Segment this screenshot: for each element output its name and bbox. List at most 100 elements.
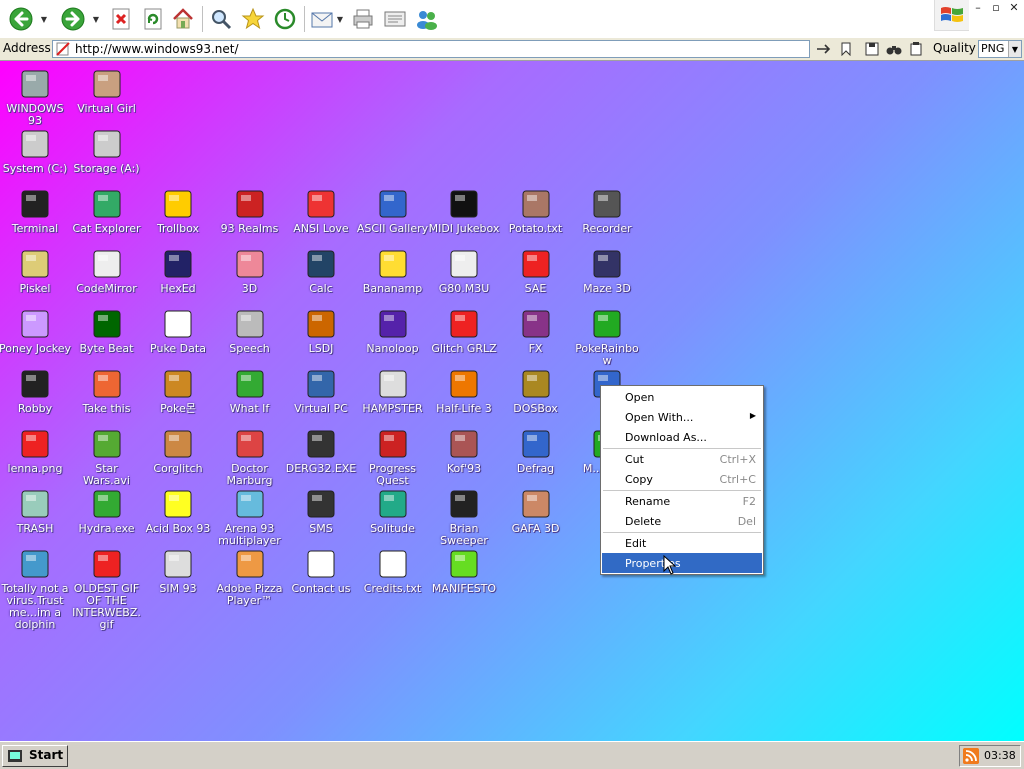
menu-item-delete[interactable]: Delete Del [602,511,762,531]
forward-dropdown[interactable]: ▼ [92,14,100,24]
desktop-icon-sim93[interactable]: SIM 93 [142,547,214,605]
desktop-icon-maze3d[interactable]: Maze 3D [571,247,643,305]
desktop-icon-credits[interactable]: Credits.txt [357,547,429,605]
desktop-icon-93-realms[interactable]: 93 Realms [214,187,286,245]
menu-item-copy[interactable]: Copy Ctrl+C [602,469,762,489]
desktop-icon-derc32[interactable]: DERG32.EXE [285,427,357,485]
menu-item-edit[interactable]: Edit [602,533,762,553]
desktop-icon-brian-sweeper[interactable]: Brian Sweeper [428,487,500,547]
desktop-icon-gafa3d[interactable]: GAFA 3D [500,487,572,545]
mail-dropdown[interactable]: ▼ [336,14,344,24]
desktop-icon-kof93[interactable]: Kof'93 [428,427,500,485]
quality-select[interactable]: PNG ▼ [978,40,1022,58]
desktop-icon-what-if[interactable]: What If [214,367,286,425]
history-button[interactable] [272,6,298,32]
desktop-icon-fx[interactable]: FX [500,307,572,365]
desktop-icon-trollbox[interactable]: Trollbox [142,187,214,245]
bookmark-button[interactable] [838,42,854,56]
desktop-icon-defrag[interactable]: Defrag [500,427,572,485]
submenu-arrow-icon: ▶ [749,411,756,420]
desktop-icon-adobe-pizza[interactable]: Adobe Pizza Player™ [214,547,286,607]
clipboard-button[interactable] [908,42,924,56]
desktop-icon-dolphin[interactable]: Totally not a virus.Trust me...im a dolp… [0,547,71,631]
desktop-icon-manifesto[interactable]: MANIFESTO [428,547,500,605]
close-button[interactable]: ✕ [1007,2,1021,14]
desktop-icon-ascii-gallery[interactable]: ASCII Gallery [357,187,429,245]
desktop-icon-virtual-girl[interactable]: Virtual Girl [71,67,143,125]
desktop-icon-arena93[interactable]: Arena 93 multiplayer [214,487,286,547]
desktop-icon-hydra[interactable]: Hydra.exe [71,487,143,545]
desktop-icon-sms[interactable]: SMS [285,487,357,545]
desktop-icon-midi-jukebox[interactable]: MIDI Jukebox [428,187,500,245]
desktop-icon-corglitch[interactable]: Corglitch [142,427,214,485]
desktop-icon-sae[interactable]: SAE [500,247,572,305]
favorites-button[interactable] [240,6,266,32]
desktop-icon-progress-quest[interactable]: Progress Quest [357,427,429,487]
desktop-icon-byte-beat[interactable]: Byte Beat [71,307,143,365]
mail-button[interactable] [310,6,336,32]
desktop-icon-codemirror[interactable]: CodeMirror [71,247,143,305]
desktop-icon-dosbox[interactable]: DOSBox [500,367,572,425]
desktop-icon-ansi-love[interactable]: ANSI Love [285,187,357,245]
edit-button[interactable] [382,6,408,32]
menu-item-rename[interactable]: Rename F2 [602,491,762,511]
menu-item-shortcut: F2 [742,495,756,508]
desktop-icon-glitch-grlz[interactable]: Glitch GRLZ [428,307,500,365]
rss-icon[interactable] [963,748,979,764]
desktop-icon-contact-us[interactable]: Contact us [285,547,357,605]
refresh-button[interactable] [140,6,166,32]
back-button[interactable] [8,6,34,32]
desktop-icon-recorder[interactable]: Recorder [571,187,643,245]
desktop-icon-piskel[interactable]: Piskel [0,247,71,305]
desktop-icon-virtual-pc[interactable]: Virtual PC [285,367,357,425]
desktop-icon-hampster[interactable]: HAMPSTER [357,367,429,425]
desktop-icon-robby[interactable]: Robby [0,367,71,425]
menu-item-open-with[interactable]: Open With... ▶ [602,407,762,427]
stop-button[interactable] [108,6,134,32]
desktop-icon-trash[interactable]: TRASH [0,487,71,545]
desktop-icon-bananamp[interactable]: Bananamp [357,247,429,305]
desktop-icon-pokemon[interactable]: Poke몬 [142,367,214,425]
desktop-icon-storage-a[interactable]: Storage (A:) [71,127,143,185]
desktop-icon-oldest-gif[interactable]: OLDEST GIF OF THE INTERWEBZ.gif [71,547,143,631]
binoculars-button[interactable] [886,42,902,56]
desktop-icon-potato[interactable]: Potato.txt [500,187,572,245]
desktop-icon-puke-data[interactable]: Puke Data [142,307,214,365]
home-button[interactable] [170,6,196,32]
desktop-icon-g80m3u[interactable]: G80.M3U [428,247,500,305]
menu-item-cut[interactable]: Cut Ctrl+X [602,449,762,469]
go-button[interactable] [816,42,832,56]
desktop-icon-nanoloop[interactable]: Nanoloop [357,307,429,365]
desktop-icon-cat-explorer[interactable]: Cat Explorer [71,187,143,245]
desktop-icon-pokerainbow[interactable]: PokeRainbow [571,307,643,367]
forward-button[interactable] [60,6,86,32]
restore-button[interactable]: ▫ [989,2,1003,14]
desktop-icon-acid-box[interactable]: Acid Box 93 [142,487,214,545]
desktop-icon-speech[interactable]: Speech [214,307,286,365]
desktop-icon-lenna[interactable]: lenna.png [0,427,71,485]
menu-item-properties[interactable]: Properties [602,553,762,573]
address-input[interactable]: http://www.windows93.net/ [52,40,810,58]
save-page-button[interactable] [864,42,880,56]
minimize-button[interactable]: – [971,2,985,14]
desktop-icon-windows93[interactable]: WINDOWS 93 [0,67,71,127]
desktop-icon-lsdj[interactable]: LSDJ [285,307,357,365]
search-button[interactable] [208,6,234,32]
menu-item-open[interactable]: Open [602,387,762,407]
desktop-icon-system-c[interactable]: System (C:) [0,127,71,185]
back-dropdown[interactable]: ▼ [40,14,48,24]
desktop-icon-terminal[interactable]: Terminal [0,187,71,245]
desktop-icon-hexed[interactable]: HexEd [142,247,214,305]
desktop-icon-star-wars[interactable]: Star Wars.avi [71,427,143,487]
messenger-button[interactable] [414,6,440,32]
desktop-icon-solitude[interactable]: Solitude [357,487,429,545]
desktop-icon-doctor-marburg[interactable]: Doctor Marburg [214,427,286,487]
desktop-icon-calc[interactable]: Calc [285,247,357,305]
start-button[interactable]: Start [2,745,68,767]
desktop-icon-poney-jockey[interactable]: Poney Jockey [0,307,71,365]
desktop-icon-half-life-3[interactable]: Half-Life 3 [428,367,500,425]
print-button[interactable] [350,6,376,32]
menu-item-download-as[interactable]: Download As... [602,427,762,447]
desktop-icon-take-this[interactable]: Take this [71,367,143,425]
desktop-icon-3d[interactable]: 3D [214,247,286,305]
